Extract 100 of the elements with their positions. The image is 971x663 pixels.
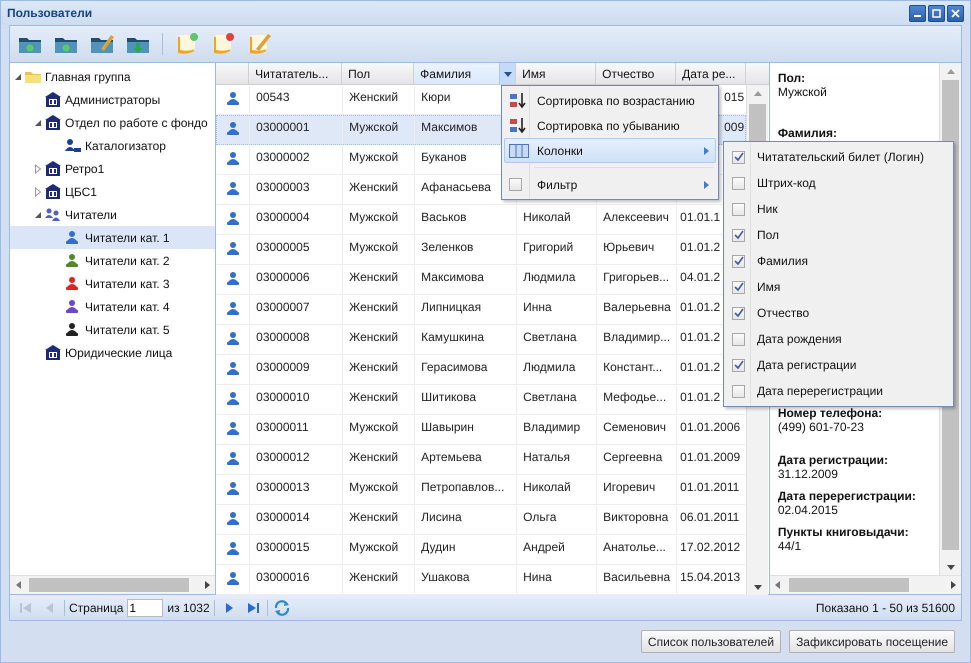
table-cell: Юрьевич (603, 240, 654, 254)
table-cell: Наталья (523, 450, 570, 464)
table-cell: Мужской (349, 420, 398, 434)
field-label: Номер телефона: (778, 406, 884, 420)
table-cell: 03000009 (256, 360, 310, 374)
table-cell: Женский (349, 570, 398, 584)
table-cell: Мужской (349, 540, 398, 554)
table-cell: Нина (523, 570, 552, 584)
field-value: 31.12.2009 (778, 467, 839, 481)
table-cell: Светлана (523, 390, 577, 404)
table-cell: Максимов (421, 120, 478, 134)
table-cell: Женский (349, 90, 398, 104)
table-cell: Валерьевна (603, 300, 671, 314)
table-cell: 01.01.1 (680, 210, 720, 224)
table-cell: 03000014 (256, 510, 310, 524)
table-cell: 03000002 (256, 150, 310, 164)
table-cell: Владимир... (603, 330, 670, 344)
table-cell: 03000003 (256, 180, 310, 194)
paging-summary: Показано 1 - 50 из 51600 (816, 600, 955, 614)
table-cell: 15.04.2013 (680, 570, 740, 584)
table-cell: 01.01.2009 (680, 450, 740, 464)
table-cell: Констант... (603, 360, 662, 374)
table-cell: Мужской (349, 240, 398, 254)
page-label: Страница (69, 600, 124, 614)
table-cell: Мефодье... (603, 390, 666, 404)
field-value: 44/1 (778, 539, 802, 553)
table-cell: Женский (349, 180, 398, 194)
table-cell: 01.01.2 (680, 360, 720, 374)
window-title: Пользователи (7, 6, 92, 20)
table-cell: Людмила (523, 270, 576, 284)
table-cell: 03000013 (256, 480, 310, 494)
table-cell: 03000001 (256, 120, 310, 134)
field-value: (499) 601-70-23 (778, 420, 865, 434)
table-cell: Алексеевич (603, 210, 669, 224)
table-cell: Владимир (523, 420, 580, 434)
table-cell: 03000004 (256, 210, 310, 224)
table-cell: 015 (724, 90, 744, 104)
table-cell: Мужской (349, 150, 398, 164)
table-cell: 01.01.2 (680, 300, 720, 314)
table-cell: Мужской (349, 120, 398, 134)
table-cell: Буканов (421, 150, 467, 164)
table-cell: Сергеевна (603, 450, 662, 464)
table-cell: 03000005 (256, 240, 310, 254)
table-cell: Женский (349, 450, 398, 464)
table-cell: 06.01.2011 (680, 510, 740, 524)
table-cell: Мужской (349, 480, 398, 494)
table-cell: Андрей (523, 540, 565, 554)
table-cell: Липницкая (421, 300, 482, 314)
table-cell: Николай (523, 210, 571, 224)
page-total: из 1032 (167, 600, 210, 614)
table-cell: Шитикова (421, 390, 476, 404)
table-cell: Зеленков (421, 240, 474, 254)
field-label: Фамилия: (778, 126, 838, 140)
table-cell: Людмила (523, 360, 576, 374)
table-cell: Ушакова (421, 570, 470, 584)
table-cell: Дудин (421, 540, 456, 554)
table-cell: Кюри (421, 90, 451, 104)
table-cell: 01.01.2 (680, 240, 720, 254)
table-cell: Женский (349, 510, 398, 524)
table-cell: Светлана (523, 330, 577, 344)
table-cell: 03000012 (256, 450, 310, 464)
table-cell: Лисина (421, 510, 462, 524)
table-cell: Игоревич (603, 480, 656, 494)
table-cell: 04.01.2 (680, 270, 720, 284)
table-cell: 01.01.2 (680, 330, 720, 344)
table-cell: 01.01.2011 (680, 480, 740, 494)
table-cell: Мужской (349, 210, 398, 224)
table-cell: Артемьева (421, 450, 482, 464)
table-cell: Анатолье... (603, 540, 666, 554)
field-value: Мужской (778, 85, 828, 99)
table-cell: Семенович (603, 420, 666, 434)
table-cell: Герасимова (421, 360, 488, 374)
table-cell: Женский (349, 300, 398, 314)
table-cell: Петропавлов... (421, 480, 504, 494)
table-cell: 01.01.2 (680, 390, 720, 404)
table-cell: Камушкина (421, 330, 484, 344)
table-cell: Шавырин (421, 420, 474, 434)
table-cell: Григорьев... (603, 270, 670, 284)
table-cell: Максимова (421, 270, 484, 284)
table-cell: Васильевна (603, 570, 670, 584)
table-cell: 03000008 (256, 330, 310, 344)
table-cell: Николай (523, 480, 571, 494)
table-cell: Афанасьева (421, 180, 491, 194)
field-value: 02.04.2015 (778, 503, 839, 517)
field-label: Пол: (778, 71, 806, 85)
table-cell: Ольга (523, 510, 556, 524)
field-label: Пункты книговыдачи: (778, 525, 910, 539)
field-label: Дата перерегистрации: (778, 489, 917, 503)
table-cell: Инна (523, 300, 552, 314)
table-cell: 03000010 (256, 390, 310, 404)
table-cell: 03000011 (256, 420, 309, 434)
table-cell: Васьков (421, 210, 467, 224)
table-cell: Женский (349, 330, 398, 344)
table-cell: 17.02.2012 (680, 540, 740, 554)
table-cell: 03000006 (256, 270, 310, 284)
table-cell: 03000016 (256, 570, 310, 584)
table-cell: Женский (349, 360, 398, 374)
table-cell: Женский (349, 270, 398, 284)
field-label: Дата регистрации: (778, 453, 889, 467)
table-cell: 03000015 (256, 540, 310, 554)
